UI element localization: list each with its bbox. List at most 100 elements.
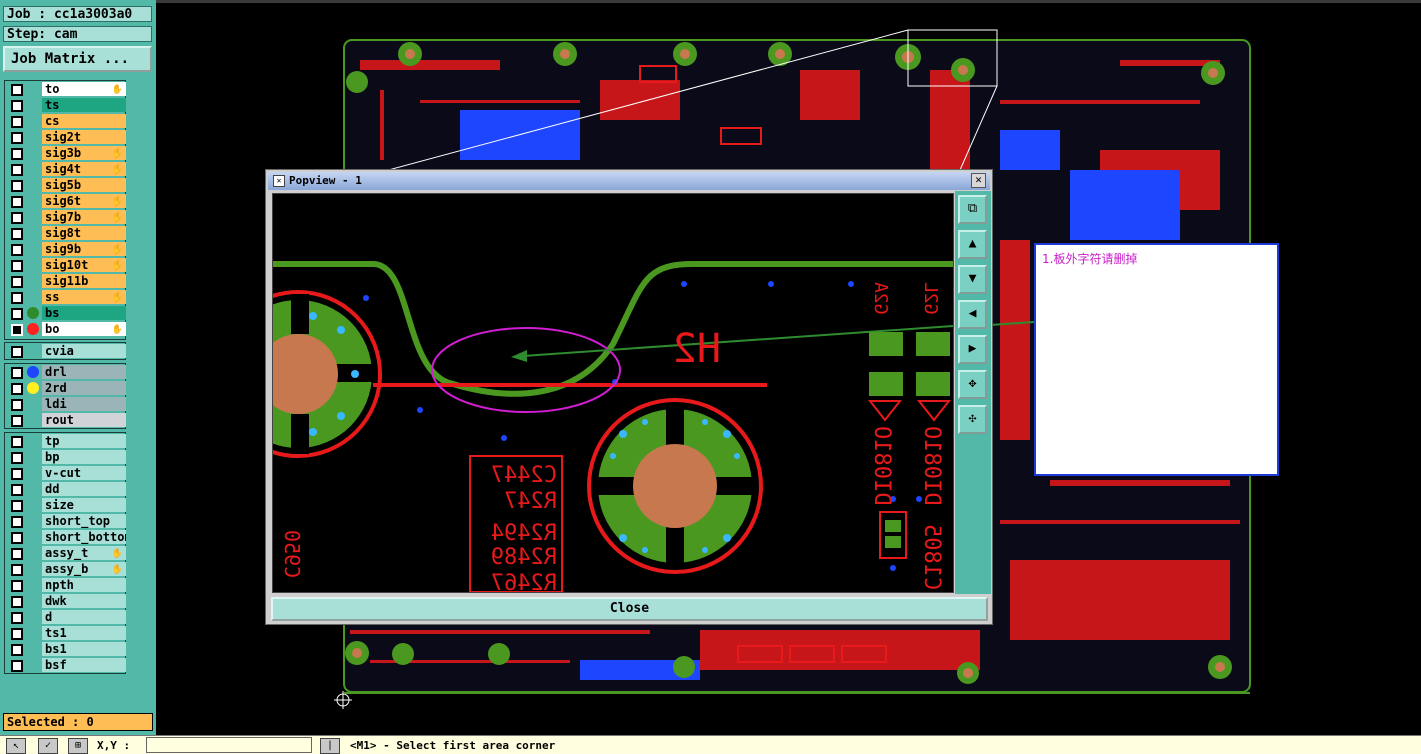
layer-name[interactable]: rout (42, 413, 126, 427)
layer-checkbox[interactable] (11, 500, 23, 512)
layer-checkbox[interactable] (11, 644, 23, 656)
pan-up-icon[interactable]: ▲ (958, 230, 987, 259)
layer-checkbox[interactable] (11, 132, 23, 144)
layer-checkbox[interactable] (11, 180, 23, 192)
layer-row-sig11b[interactable]: sig11b (5, 273, 126, 289)
layer-row-v-cut[interactable]: v-cut (5, 465, 126, 481)
zoom-out-icon[interactable]: ✥ (958, 370, 987, 399)
close-button[interactable]: Close (271, 597, 988, 621)
layer-checkbox[interactable] (11, 196, 23, 208)
layer-name[interactable]: drl (42, 365, 126, 379)
layer-checkbox[interactable] (11, 484, 23, 496)
xy-input[interactable] (146, 737, 312, 753)
layer-row-assy_b[interactable]: assy_b ✋ (5, 561, 126, 577)
cursor-mode-icon[interactable]: | (320, 738, 340, 754)
layer-name[interactable]: cs (42, 114, 126, 128)
layer-name[interactable]: to ✋ (42, 82, 126, 96)
layer-row-sig6t[interactable]: sig6t ✋ (5, 193, 126, 209)
layer-row-dd[interactable]: dd (5, 481, 126, 497)
pan-left-icon[interactable]: ◀ (958, 300, 987, 329)
layer-row-ts1[interactable]: ts1 (5, 625, 126, 641)
layer-checkbox[interactable] (11, 292, 23, 304)
layer-checkbox[interactable] (11, 628, 23, 640)
layer-name[interactable]: sig7b ✋ (42, 210, 126, 224)
layer-name[interactable]: d (42, 610, 126, 624)
layer-row-drl[interactable]: drl (5, 364, 126, 380)
layer-checkbox[interactable] (11, 116, 23, 128)
layer-name[interactable]: ldi (42, 397, 126, 411)
close-icon[interactable]: ✕ (971, 173, 986, 188)
layer-row-sig9b[interactable]: sig9b ✋ (5, 241, 126, 257)
layer-name[interactable]: ts (42, 98, 126, 112)
layer-name[interactable]: v-cut (42, 466, 126, 480)
layer-row-ldi[interactable]: ldi (5, 396, 126, 412)
layer-checkbox[interactable] (11, 276, 23, 288)
layer-checkbox[interactable] (11, 548, 23, 560)
layer-name[interactable]: bo ✋ (42, 322, 126, 336)
layer-checkbox[interactable] (11, 564, 23, 576)
layer-name[interactable]: sig6t ✋ (42, 194, 126, 208)
layer-row-d[interactable]: d (5, 609, 126, 625)
layer-row-ss[interactable]: ss ✋ (5, 289, 126, 305)
layer-checkbox[interactable] (11, 212, 23, 224)
layer-checkbox[interactable] (11, 468, 23, 480)
layer-checkbox[interactable] (11, 452, 23, 464)
layer-row-to[interactable]: to ✋ (5, 81, 126, 97)
layer-row-dwk[interactable]: dwk (5, 593, 126, 609)
layer-checkbox[interactable] (11, 660, 23, 672)
layer-row-bo[interactable]: bo ✋ (5, 321, 126, 337)
layer-row-sig4t[interactable]: sig4t ✋ (5, 161, 126, 177)
layer-checkbox[interactable] (11, 399, 23, 411)
layer-name[interactable]: sig4t ✋ (42, 162, 126, 176)
layer-name[interactable]: sig3b ✋ (42, 146, 126, 160)
pan-right-icon[interactable]: ▶ (958, 335, 987, 364)
layer-row-cs[interactable]: cs (5, 113, 126, 129)
layer-checkbox[interactable] (11, 532, 23, 544)
layer-row-assy_t[interactable]: assy_t ✋ (5, 545, 126, 561)
snap-icon[interactable]: ⊞ (68, 738, 88, 754)
layer-row-ts[interactable]: ts (5, 97, 126, 113)
layer-name[interactable]: assy_b ✋ (42, 562, 126, 576)
layer-name[interactable]: sig10t ✋ (42, 258, 126, 272)
annotation-note[interactable]: 1.板外字符请删掉 (1034, 243, 1279, 476)
layer-checkbox[interactable] (11, 164, 23, 176)
layer-name[interactable]: sig5b (42, 178, 126, 192)
layer-name[interactable]: bsf (42, 658, 126, 672)
layer-name[interactable]: assy_t ✋ (42, 546, 126, 560)
layer-name[interactable]: tp (42, 434, 126, 448)
layer-name[interactable]: bs (42, 306, 126, 320)
layer-checkbox[interactable] (11, 580, 23, 592)
layer-checkbox[interactable] (11, 148, 23, 160)
layer-checkbox[interactable] (11, 244, 23, 256)
layer-name[interactable]: sig11b (42, 274, 126, 288)
layer-name[interactable]: sig9b ✋ (42, 242, 126, 256)
layer-checkbox[interactable] (11, 367, 23, 379)
layer-row-bs[interactable]: bs (5, 305, 126, 321)
layer-name[interactable]: cvia (42, 344, 126, 358)
layer-row-tp[interactable]: tp (5, 433, 126, 449)
popview-canvas[interactable]: H2 DI081O DI081O C1805 G2A G2L C2447 R24… (272, 193, 954, 593)
layer-checkbox[interactable] (11, 596, 23, 608)
zoom-in-icon[interactable]: ✣ (958, 405, 987, 434)
layer-row-sig3b[interactable]: sig3b ✋ (5, 145, 126, 161)
layer-name[interactable]: bs1 (42, 642, 126, 656)
layer-row-cvia[interactable]: cvia (5, 343, 126, 359)
layer-checkbox[interactable] (11, 612, 23, 624)
layer-name[interactable]: sig8t (42, 226, 126, 240)
layer-row-sig2t[interactable]: sig2t (5, 129, 126, 145)
select-tool-icon[interactable]: ↖ (6, 738, 26, 754)
layer-checkbox[interactable] (11, 84, 23, 96)
layer-name[interactable]: size (42, 498, 126, 512)
layer-row-2rd[interactable]: 2rd (5, 380, 126, 396)
layer-checkbox[interactable] (11, 415, 23, 427)
layer-name[interactable]: 2rd (42, 381, 126, 395)
layer-row-bp[interactable]: bp (5, 449, 126, 465)
layer-row-sig10t[interactable]: sig10t ✋ (5, 257, 126, 273)
layer-name[interactable]: sig2t (42, 130, 126, 144)
layer-row-sig7b[interactable]: sig7b ✋ (5, 209, 126, 225)
layer-checkbox[interactable] (11, 260, 23, 272)
layer-row-bs1[interactable]: bs1 (5, 641, 126, 657)
layer-row-npth[interactable]: npth (5, 577, 126, 593)
layer-name[interactable]: ss ✋ (42, 290, 126, 304)
layer-row-bsf[interactable]: bsf (5, 657, 126, 673)
